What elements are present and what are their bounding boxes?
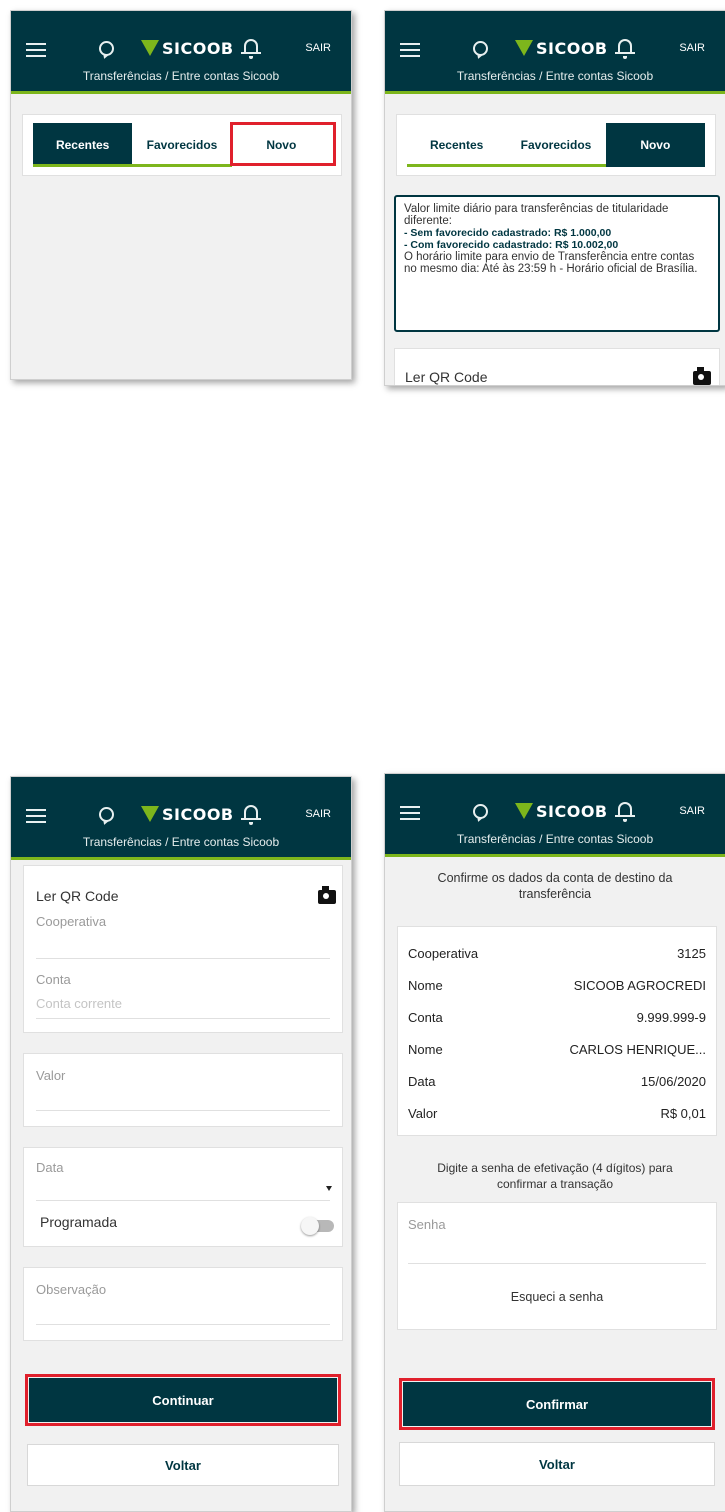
chevron-down-icon[interactable] (326, 1186, 332, 1191)
breadcrumb: Transferências / Entre contas Sicoob (385, 66, 725, 94)
tab-favorecidos[interactable]: Favorecidos (132, 123, 232, 167)
breadcrumb: Transferências / Entre contas Sicoob (11, 832, 351, 860)
info-limit-without-favorite: - Sem favorecido cadastrado: R$ 1.000,00 (404, 227, 612, 239)
programada-toggle[interactable] (301, 1217, 334, 1235)
logout-button[interactable]: SAIR (679, 42, 705, 54)
cooperativa-field[interactable]: Cooperativa (36, 914, 106, 929)
app-header: SICOOB SAIR (385, 11, 725, 66)
qr-code-label[interactable]: Ler QR Code (405, 369, 487, 385)
detail-row-conta: Conta 9.999.999-9 (408, 1009, 706, 1025)
info-limit-with-favorite: - Com favorecido cadastrado: R$ 10.002,0… (404, 239, 619, 251)
menu-icon[interactable] (26, 809, 46, 823)
valor-card: Valor (23, 1053, 343, 1127)
sicoob-logo: SICOOB (515, 37, 608, 59)
conta-field[interactable]: Conta corrente (36, 996, 122, 1011)
detail-row-nome-cooperativa: Nome SICOOB AGROCREDI (408, 977, 706, 993)
detail-row-nome-titular: Nome CARLOS HENRIQUE... (408, 1041, 706, 1057)
account-card: Ler QR Code Cooperativa Conta Conta corr… (23, 865, 343, 1033)
camera-icon[interactable] (693, 367, 711, 385)
screen-novo-form: SICOOB SAIR Transferências / Entre conta… (384, 10, 725, 386)
info-limit-text: Valor limite diário para transferências … (404, 203, 669, 227)
tab-recentes[interactable]: Recentes (407, 123, 507, 167)
app-header: SICOOB SAIR (11, 11, 351, 66)
tab-bar: Recentes Favorecidos Novo (407, 123, 705, 167)
camera-icon[interactable] (318, 886, 336, 904)
observacao-underline (36, 1324, 330, 1325)
sicoob-logo: SICOOB (141, 803, 234, 825)
screen-form-continue: SICOOB SAIR Transferências / Entre conta… (10, 776, 352, 1512)
logout-button[interactable]: SAIR (305, 42, 331, 54)
highlight-continue-button (25, 1374, 341, 1426)
info-time-limit-text: O horário limite para envio de Transferê… (404, 251, 698, 275)
forgot-password-link[interactable]: Esqueci a senha (398, 1289, 716, 1305)
bell-icon[interactable] (241, 805, 261, 825)
logout-button[interactable]: SAIR (305, 808, 331, 820)
cooperativa-underline (36, 958, 330, 959)
bell-icon[interactable] (615, 802, 635, 822)
breadcrumb: Transferências / Entre contas Sicoob (11, 66, 351, 94)
transfer-details-card: Cooperativa 3125 Nome SICOOB AGROCREDI Con… (397, 926, 717, 1136)
tab-recentes[interactable]: Recentes (33, 123, 133, 167)
highlight-confirm-button (399, 1378, 715, 1430)
observacao-card: Observação (23, 1267, 343, 1341)
account-card: Ler QR Code Cooperativa Conta Conta corr… (394, 348, 720, 385)
highlight-novo-tab (230, 122, 336, 166)
confirm-heading: Confirme os dados da conta de destino da… (437, 871, 673, 901)
menu-icon[interactable] (400, 806, 420, 820)
chat-icon[interactable] (473, 804, 488, 819)
detail-row-valor: Valor R$ 0,01 (408, 1105, 706, 1121)
detail-row-cooperativa: Cooperativa 3125 (408, 945, 706, 961)
password-underline (408, 1263, 706, 1264)
tab-favorecidos[interactable]: Favorecidos (506, 123, 606, 167)
bell-icon[interactable] (615, 39, 635, 59)
data-card: Data Programada (23, 1147, 343, 1247)
password-prompt: Digite a senha de efetivação (4 dígitos)… (437, 1161, 673, 1191)
programada-label: Programada (40, 1214, 118, 1230)
screen-confirm-transfer: SICOOB SAIR Transferências / Entre conta… (384, 773, 725, 1512)
data-underline (36, 1200, 330, 1201)
app-header: SICOOB SAIR (385, 774, 725, 829)
conta-underline (36, 1018, 330, 1019)
password-card: Senha Esqueci a senha (397, 1202, 717, 1330)
menu-icon[interactable] (400, 43, 420, 57)
menu-icon[interactable] (26, 43, 46, 57)
valor-field[interactable]: Valor (36, 1068, 65, 1083)
back-button[interactable]: Voltar (399, 1442, 715, 1486)
chat-icon[interactable] (99, 41, 114, 56)
detail-row-data: Data 15/06/2020 (408, 1073, 706, 1089)
tabs-card: Recentes Favorecidos Novo (396, 114, 716, 176)
screen-tabs-recentes: SICOOB SAIR Transferências / Entre conta… (10, 10, 352, 380)
conta-label: Conta (36, 972, 71, 987)
sicoob-logo: SICOOB (141, 37, 234, 59)
bell-icon[interactable] (241, 39, 261, 59)
transfer-limit-info: Valor limite diário para transferências … (394, 195, 720, 332)
breadcrumb: Transferências / Entre contas Sicoob (385, 829, 725, 857)
password-field[interactable]: Senha (408, 1217, 446, 1232)
logout-button[interactable]: SAIR (679, 805, 705, 817)
chat-icon[interactable] (473, 41, 488, 56)
qr-code-label[interactable]: Ler QR Code (36, 888, 118, 904)
app-header: SICOOB SAIR (11, 777, 351, 832)
data-field[interactable]: Data (36, 1160, 63, 1175)
chat-icon[interactable] (99, 807, 114, 822)
observacao-field[interactable]: Observação (36, 1282, 106, 1297)
valor-underline (36, 1110, 330, 1111)
back-button[interactable]: Voltar (27, 1444, 339, 1486)
sicoob-logo: SICOOB (515, 800, 608, 822)
tab-novo[interactable]: Novo (605, 123, 705, 167)
